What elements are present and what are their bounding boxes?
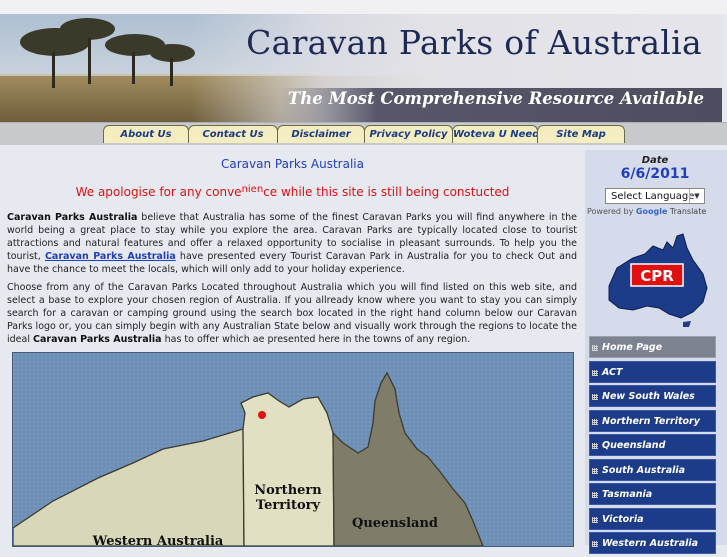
menu-item-label: Home Page [602, 342, 663, 353]
banner-tree [60, 18, 115, 40]
banner-trunk [52, 52, 55, 88]
date-value: 6/6/2011 [620, 166, 690, 182]
menu-item-label: Northern Territory [602, 415, 700, 427]
choose-paragraph: Choose from any of the Caravan Parks Loc… [7, 281, 577, 346]
language-select[interactable]: Select Language ▼ [605, 188, 705, 204]
apology-text-end: ce while this site is still being constu… [263, 185, 510, 199]
tab-woteva-u-need[interactable]: Woteva U Need [452, 125, 539, 143]
menu-item-home-page[interactable]: Home Page [589, 336, 716, 358]
menu-item-label: Queensland [602, 440, 666, 451]
map-label-wa: Western Australia [92, 534, 224, 546]
region-northern-territory[interactable] [240, 392, 335, 546]
menu-item-western-australia[interactable]: Western Australia [589, 532, 716, 554]
language-select-value: Select Language [611, 191, 695, 202]
apology-notice: We apologise for any convenience while t… [0, 184, 585, 199]
banner-trunk [132, 52, 135, 84]
map-label-nt-line1: Northern [254, 483, 322, 498]
site-tagline: The Most Comprehensive Resource Availabl… [287, 89, 704, 108]
menu-bullet-icon [592, 418, 598, 425]
translate-text[interactable]: Translate [670, 207, 706, 216]
banner-trunk [170, 58, 173, 86]
intro-link[interactable]: Caravan Parks Australia [45, 251, 176, 262]
intro-paragraph: Caravan Parks Australia believe that Aus… [7, 211, 577, 276]
choose-bold: Caravan Parks Australia [33, 334, 162, 345]
menu-bullet-icon [592, 541, 598, 547]
map-label-qld: Queensland [352, 516, 438, 531]
australia-map[interactable]: Northern Territory Queensland Western Au… [12, 352, 574, 547]
menu-item-tasmania[interactable]: Tasmania [589, 483, 716, 505]
top-strip [0, 0, 727, 14]
apology-text-start: We apologise for any conve [75, 185, 242, 199]
menu-item-label: Victoria [602, 513, 644, 525]
logo-text: CPR [640, 267, 674, 285]
top-nav: About Us Contact Us Disclaimer Privacy P… [0, 122, 727, 145]
australia-map-svg: Northern Territory Queensland Western Au… [13, 353, 573, 546]
intro-bold: Caravan Parks Australia [7, 212, 138, 223]
location-marker[interactable] [258, 411, 266, 419]
menu-bullet-icon [592, 516, 598, 523]
powered-by-text: Powered by [587, 207, 634, 216]
cpr-logo[interactable]: CPR [603, 228, 711, 328]
menu-item-act[interactable]: ACT [589, 360, 716, 383]
menu-item-label: Western Australia [602, 538, 699, 549]
page-heading: Caravan Parks Australia [221, 157, 364, 171]
site-title: Caravan Parks of Australia [246, 23, 702, 62]
menu-bullet-icon [592, 345, 598, 351]
tab-about-us[interactable]: About Us [103, 125, 189, 143]
menu-item-label: Tasmania [602, 489, 653, 500]
logo-tasmania-shape [683, 321, 691, 327]
menu-item-label: South Australia [602, 464, 686, 476]
map-label-nt-line2: Territory [256, 498, 321, 513]
menu-bullet-icon [592, 492, 598, 498]
menu-bullet-icon [592, 467, 598, 474]
menu-item-label: ACT [602, 366, 623, 378]
menu-item-label: New South Wales [602, 391, 695, 402]
header-banner: Caravan Parks of Australia The Most Comp… [0, 14, 722, 122]
choose-text-end: has to offer which ae presented here in … [161, 334, 471, 345]
apology-text-raised: nien [241, 184, 264, 195]
state-menu: Home Page ACT New South Wales Northern T… [589, 336, 716, 557]
chevron-down-icon[interactable]: ▼ [689, 189, 704, 203]
menu-item-new-south-wales[interactable]: New South Wales [589, 385, 716, 407]
tab-contact-us[interactable]: Contact Us [188, 125, 278, 143]
menu-bullet-icon [592, 443, 598, 449]
menu-item-south-australia[interactable]: South Australia [589, 458, 716, 481]
google-translate-credit: Powered by Google Translate [587, 207, 706, 216]
google-logo-text[interactable]: Google [636, 207, 667, 216]
banner-trunk [88, 38, 91, 84]
date-label: Date [641, 155, 669, 166]
tab-site-map[interactable]: Site Map [537, 125, 625, 143]
menu-bullet-icon [592, 394, 598, 400]
tab-privacy-policy[interactable]: Privacy Policy [364, 125, 453, 143]
menu-item-northern-territory[interactable]: Northern Territory [589, 409, 716, 432]
right-sidebar: Date 6/6/2011 Select Language ▼ Powered b… [585, 150, 727, 554]
menu-item-queensland[interactable]: Queensland [589, 434, 716, 456]
menu-item-victoria[interactable]: Victoria [589, 507, 716, 530]
tab-disclaimer[interactable]: Disclaimer [277, 125, 365, 143]
menu-bullet-icon [592, 369, 598, 376]
